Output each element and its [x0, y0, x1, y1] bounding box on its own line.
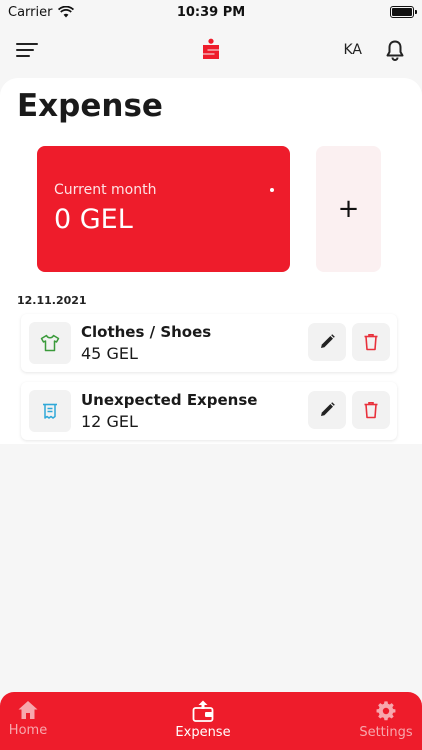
bell-icon[interactable] — [384, 39, 406, 61]
current-month-card[interactable]: Current month 0 GEL — [37, 146, 290, 272]
receipt-icon — [41, 402, 59, 420]
trash-icon — [363, 333, 379, 351]
trash-icon — [363, 401, 379, 419]
status-left: Carrier — [8, 5, 74, 20]
expense-amount: 12 GEL — [81, 412, 138, 431]
date-header: 12.11.2021 — [17, 294, 87, 307]
delete-button[interactable] — [352, 323, 390, 361]
wifi-icon — [58, 6, 74, 18]
sparkasse-logo-icon — [201, 38, 221, 62]
carrier-label: Carrier — [8, 5, 52, 20]
shirt-icon — [40, 334, 60, 352]
pencil-icon — [318, 333, 336, 351]
nav-right: KA — [343, 39, 406, 61]
page-title: Expense — [17, 88, 163, 124]
tab-settings[interactable]: Settings — [356, 700, 416, 740]
category-icon-box — [29, 390, 71, 432]
language-button[interactable]: KA — [343, 42, 362, 58]
current-month-amount: 0 GEL — [54, 204, 133, 235]
category-icon-box — [29, 322, 71, 364]
expense-list-item[interactable]: Unexpected Expense 12 GEL — [21, 382, 397, 440]
menu-icon[interactable] — [16, 38, 40, 62]
add-expense-button[interactable]: + — [316, 146, 381, 272]
expense-amount: 45 GEL — [81, 344, 138, 363]
battery-icon — [390, 6, 414, 18]
pencil-icon — [318, 401, 336, 419]
current-month-label: Current month — [54, 182, 156, 198]
expense-category: Clothes / Shoes — [81, 323, 211, 341]
delete-button[interactable] — [352, 391, 390, 429]
tab-expense-label: Expense — [175, 725, 230, 740]
edit-button[interactable] — [308, 323, 346, 361]
edit-button[interactable] — [308, 391, 346, 429]
tab-expense[interactable]: Expense — [171, 700, 235, 740]
tab-home[interactable]: Home — [8, 700, 48, 738]
expense-panel: Expense Current month 0 GEL + 12.11.2021… — [0, 78, 422, 444]
tab-settings-label: Settings — [359, 725, 412, 740]
expense-category: Unexpected Expense — [81, 391, 257, 409]
expense-list-item[interactable]: Clothes / Shoes 45 GEL — [21, 314, 397, 372]
status-bar: Carrier 10:39 PM — [0, 0, 422, 24]
wallet-icon — [191, 700, 215, 722]
bottom-tab-bar: Home Expense Settings — [0, 692, 422, 750]
indicator-dot — [270, 188, 274, 192]
home-icon — [17, 700, 39, 720]
gear-icon — [375, 700, 397, 722]
top-nav: KA — [0, 24, 422, 76]
tab-home-label: Home — [9, 723, 47, 738]
